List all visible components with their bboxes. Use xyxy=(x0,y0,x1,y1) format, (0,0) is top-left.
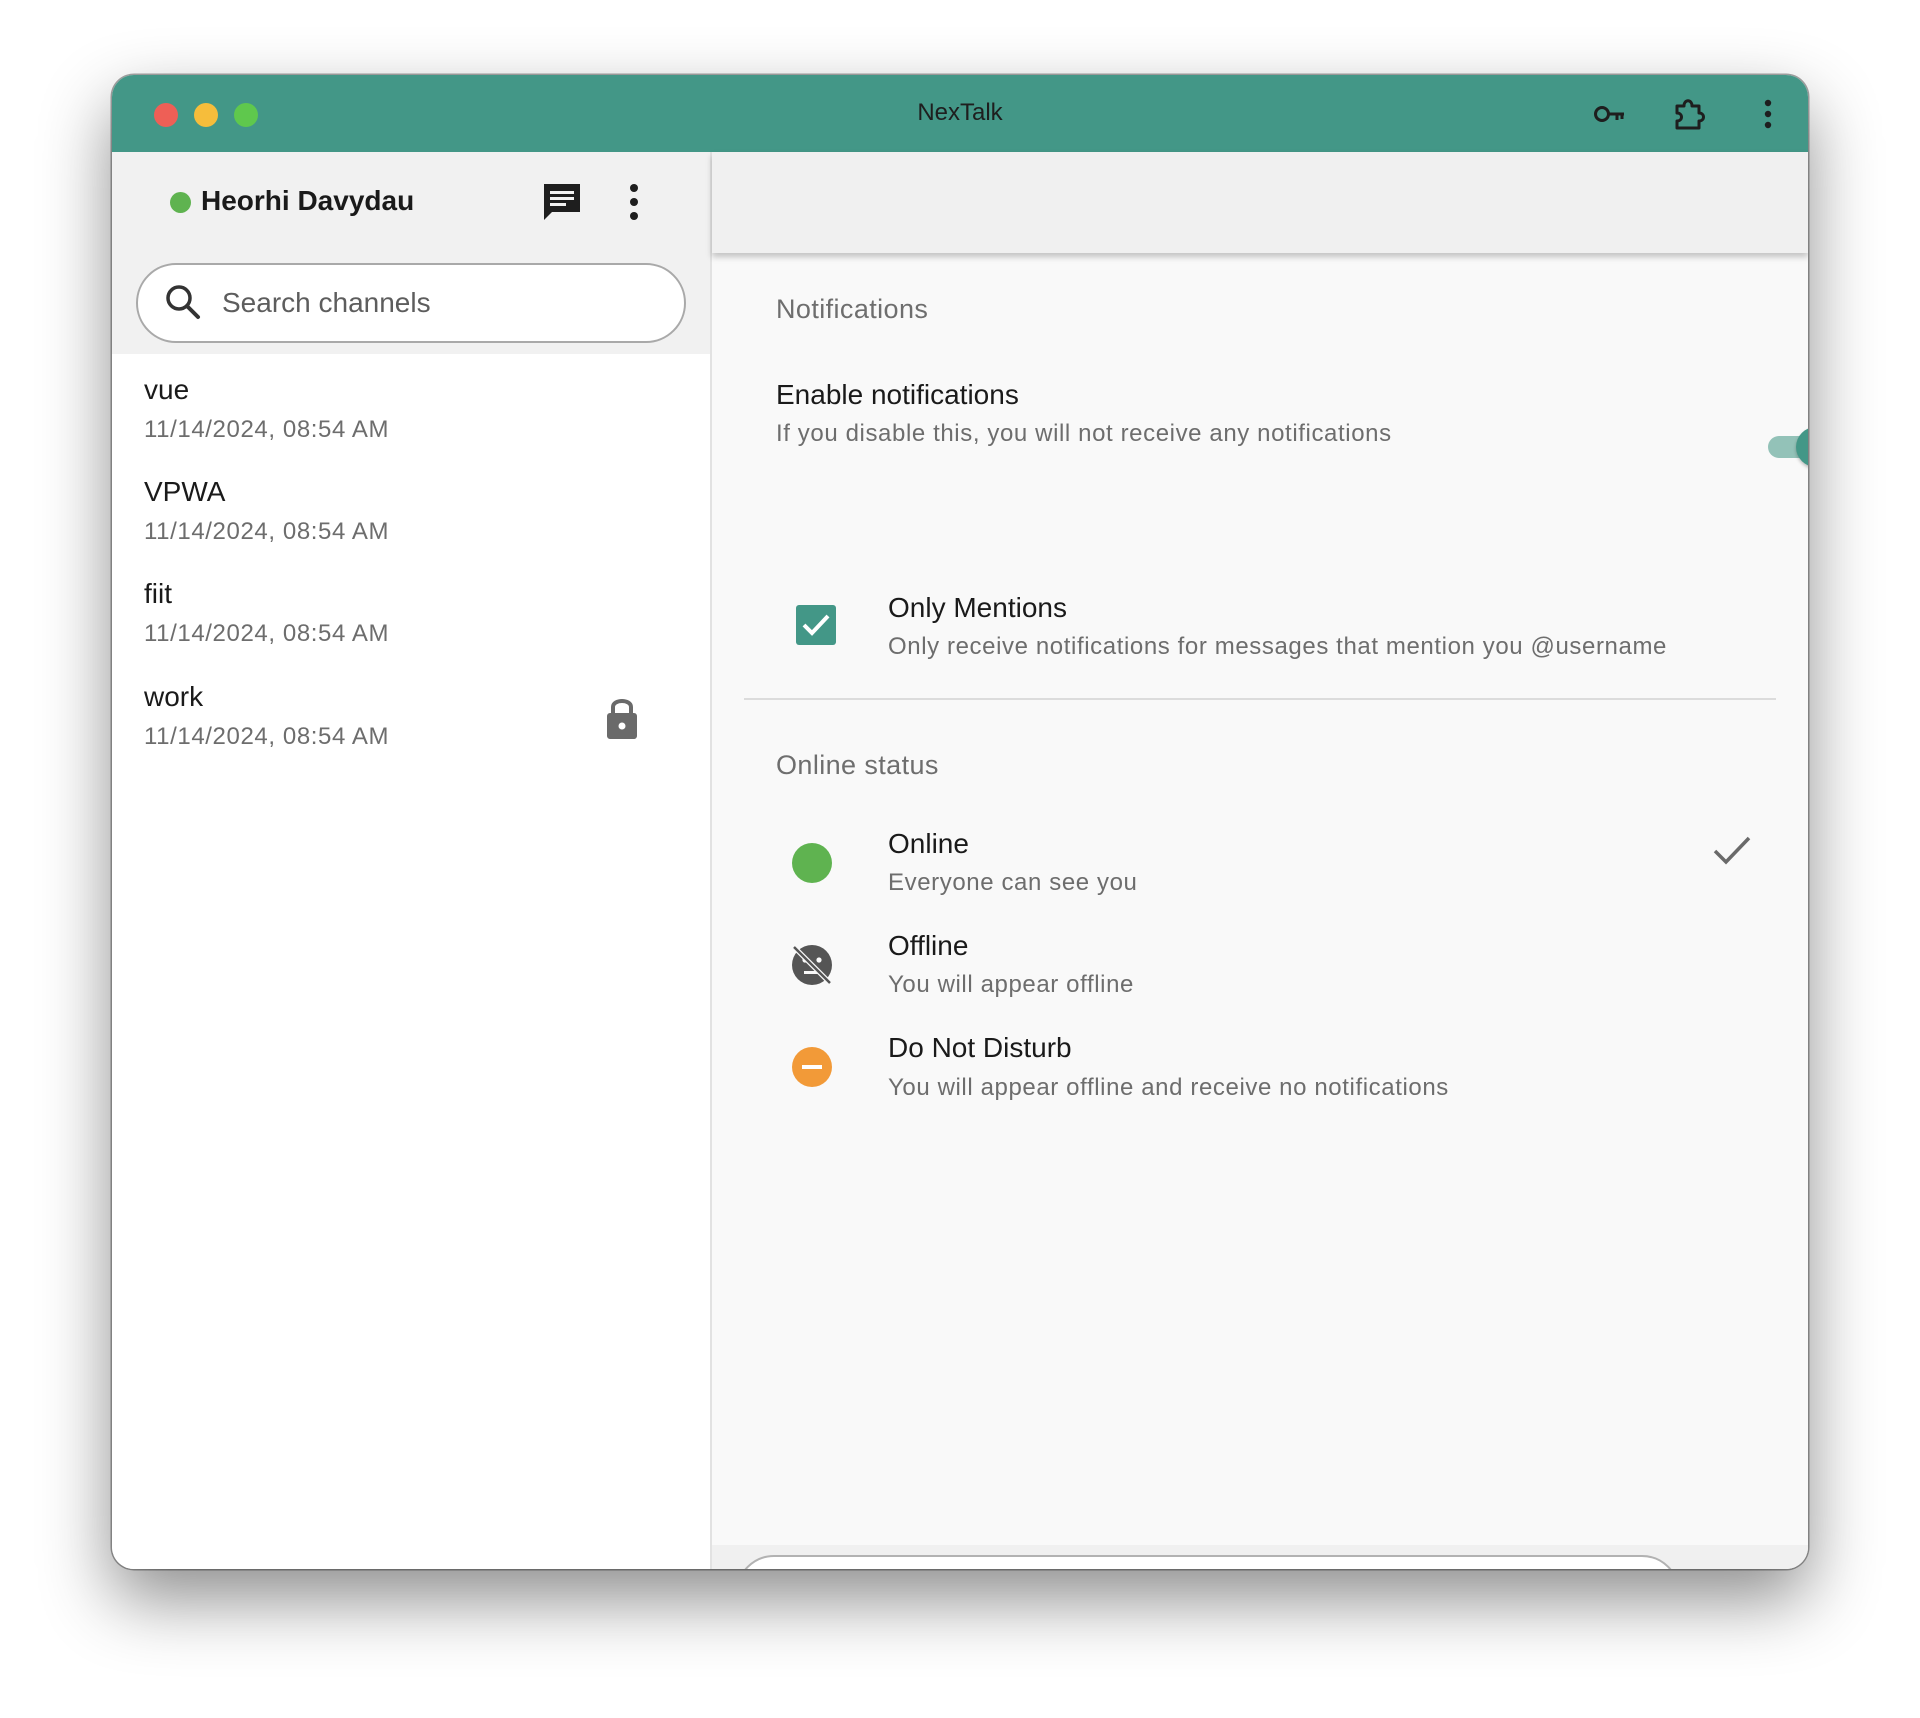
online-dot-icon xyxy=(792,843,832,883)
enable-notifications-toggle[interactable] xyxy=(1768,425,1808,469)
sidebar: Heorhi Davydau Search channels vue 11/14… xyxy=(112,152,712,1569)
channel-time: 11/14/2024, 08:54 AM xyxy=(144,416,390,443)
channel-item-vue[interactable]: vue 11/14/2024, 08:54 AM xyxy=(112,356,710,456)
channel-name: work xyxy=(144,681,204,712)
main-panel: Notifications Enable notifications If yo… xyxy=(712,152,1808,1569)
only-mentions-title: Only Mentions xyxy=(888,592,1067,623)
search-box[interactable] xyxy=(136,263,686,343)
channel-name: fiit xyxy=(144,578,172,609)
only-mentions-subtitle: Only receive notifications for messages … xyxy=(888,633,1667,660)
offline-icon xyxy=(792,945,832,985)
enable-notifications-title: Enable notifications xyxy=(776,379,1019,410)
search-input[interactable] xyxy=(220,273,664,333)
channel-item-fiit[interactable]: fiit 11/14/2024, 08:54 AM xyxy=(112,560,710,660)
channel-name: vue xyxy=(144,374,190,405)
message-input[interactable] xyxy=(736,1555,1680,1569)
user-name: Heorhi Davydau xyxy=(201,185,415,216)
sidebar-header: Heorhi Davydau xyxy=(112,152,710,253)
section-divider xyxy=(744,698,1776,700)
title-bar: NexTalk xyxy=(112,75,1808,152)
status-option-title: Online xyxy=(888,828,969,859)
check-icon xyxy=(802,614,830,636)
search-area xyxy=(112,253,710,354)
notifications-section-title: Notifications xyxy=(776,294,929,324)
status-option-title: Do Not Disturb xyxy=(888,1032,1072,1063)
channel-time: 11/14/2024, 08:54 AM xyxy=(144,518,390,545)
window-title: NexTalk xyxy=(917,99,1003,126)
message-composer xyxy=(712,1545,1808,1569)
app-window: NexTalk Heorhi Davydau Search channels v… xyxy=(112,75,1808,1569)
do-not-disturb-icon xyxy=(792,1047,832,1087)
main-header xyxy=(712,152,1808,253)
chat-icon xyxy=(544,184,580,220)
new-chat-button[interactable] xyxy=(538,178,586,226)
status-option-subtitle: You will appear offline and receive no n… xyxy=(888,1074,1449,1101)
user-status-dot xyxy=(170,192,191,213)
more-vert-icon xyxy=(630,184,638,220)
status-option-subtitle: You will appear offline xyxy=(888,971,1134,998)
status-option-title: Offline xyxy=(888,930,969,961)
selected-check-icon xyxy=(1713,836,1751,865)
online-status-section-title: Online status xyxy=(776,750,939,780)
channel-name: VPWA xyxy=(144,476,226,507)
channel-item-work[interactable]: work 11/14/2024, 08:54 AM xyxy=(112,663,710,763)
enable-notifications-subtitle: If you disable this, you will not receiv… xyxy=(776,420,1392,447)
toggle-thumb xyxy=(1796,427,1808,467)
only-mentions-checkbox[interactable] xyxy=(796,605,836,645)
channel-item-vpwa[interactable]: VPWA 11/14/2024, 08:54 AM xyxy=(112,458,710,558)
more-vert-icon[interactable] xyxy=(1748,94,1788,134)
sidebar-menu-button[interactable] xyxy=(626,182,642,222)
key-icon[interactable] xyxy=(1590,94,1630,134)
lock-icon xyxy=(607,699,637,739)
extension-icon[interactable] xyxy=(1670,94,1710,134)
search-icon xyxy=(166,285,200,319)
status-option-subtitle: Everyone can see you xyxy=(888,869,1138,896)
channel-time: 11/14/2024, 08:54 AM xyxy=(144,723,390,750)
channel-time: 11/14/2024, 08:54 AM xyxy=(144,620,390,647)
